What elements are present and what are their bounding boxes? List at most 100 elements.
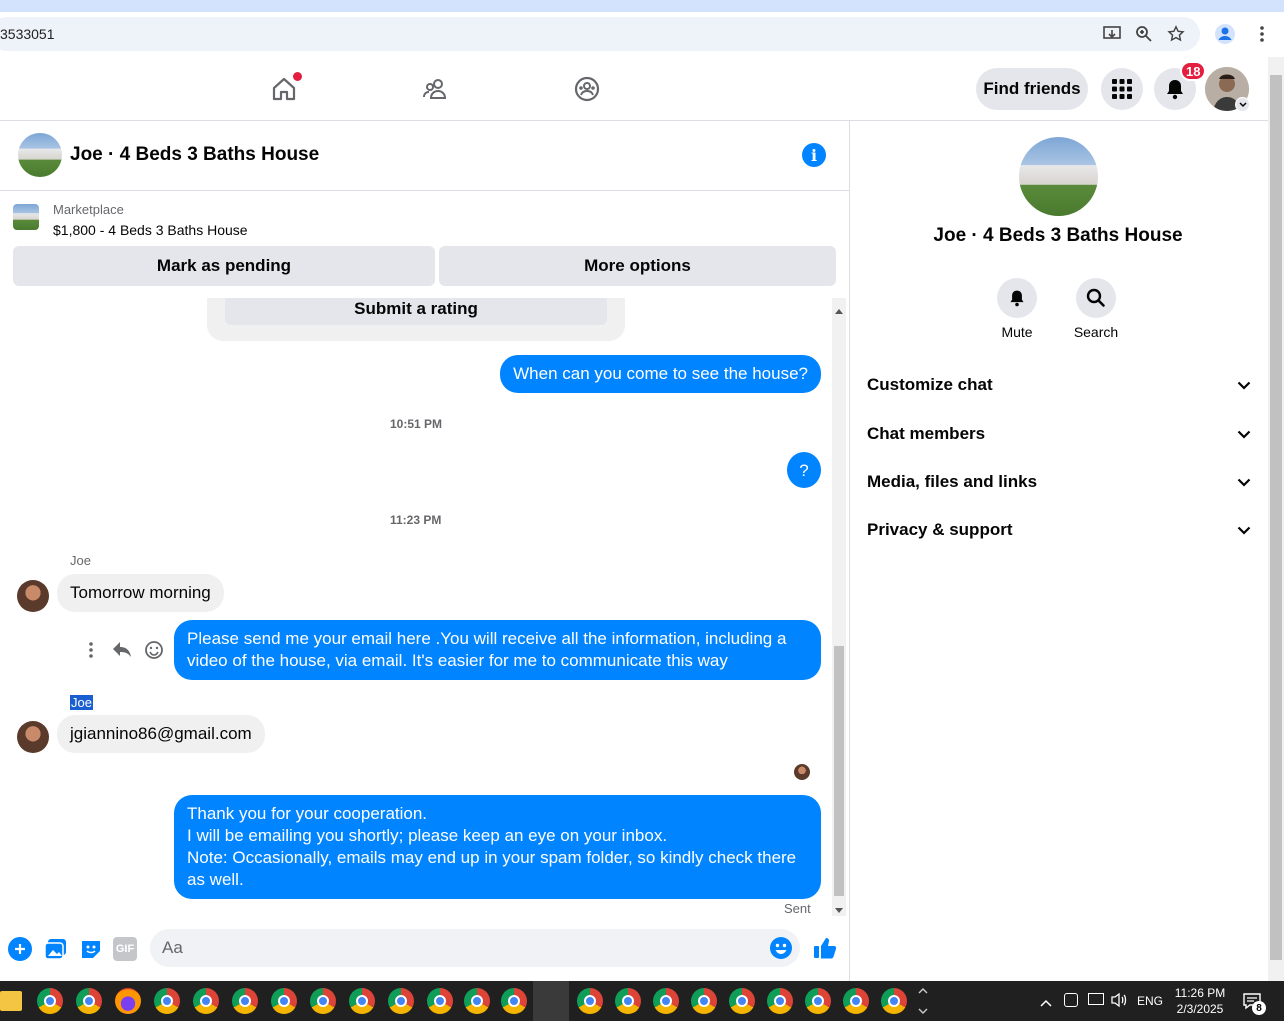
browser-profile-icon[interactable] bbox=[1214, 23, 1236, 45]
message-outgoing[interactable]: Please send me your email here .You will… bbox=[174, 620, 821, 680]
chrome-taskbar-icon[interactable] bbox=[232, 988, 258, 1014]
url-text[interactable]: 3533051 bbox=[0, 26, 55, 42]
more-options-button[interactable]: More options bbox=[439, 246, 836, 286]
info-icon[interactable]: i bbox=[802, 143, 826, 167]
message-incoming[interactable]: jgiannino86@gmail.com bbox=[57, 715, 265, 753]
chrome-taskbar-icon[interactable] bbox=[464, 988, 490, 1014]
chat-title[interactable]: Joe · 4 Beds 3 Baths House bbox=[70, 144, 319, 166]
page-scrollbar-thumb[interactable] bbox=[1270, 75, 1282, 960]
message-line: Note: Occasionally, emails may end up in… bbox=[187, 848, 797, 889]
chrome-taskbar-icon[interactable] bbox=[271, 988, 297, 1014]
meet-now-icon[interactable] bbox=[1064, 993, 1078, 1007]
chrome-taskbar-icon[interactable] bbox=[653, 988, 679, 1014]
mute-label: Mute bbox=[1001, 324, 1033, 340]
chrome-taskbar-icon[interactable] bbox=[154, 988, 180, 1014]
chrome-taskbar-icon[interactable] bbox=[427, 988, 453, 1014]
section-label: Privacy & support bbox=[867, 520, 1013, 539]
friends-icon[interactable] bbox=[415, 69, 455, 109]
bookmark-star-icon[interactable] bbox=[1165, 23, 1187, 45]
chat-avatar[interactable] bbox=[18, 133, 62, 177]
photo-gallery-icon[interactable] bbox=[44, 937, 68, 961]
tray-overflow-chevron-icon[interactable] bbox=[1040, 994, 1054, 1007]
chevron-down-icon bbox=[1237, 478, 1251, 487]
chrome-taskbar-icon[interactable] bbox=[767, 988, 793, 1014]
menu-grid-icon[interactable] bbox=[1101, 68, 1143, 110]
input-language[interactable]: ENG bbox=[1137, 994, 1163, 1008]
groups-icon[interactable] bbox=[567, 69, 607, 109]
chrome-taskbar-icon[interactable] bbox=[388, 988, 414, 1014]
listing-thumbnail[interactable] bbox=[13, 204, 39, 230]
notifications-badge: 18 bbox=[1180, 61, 1207, 81]
emoji-icon[interactable] bbox=[769, 936, 793, 960]
active-taskbar-highlight bbox=[533, 981, 569, 1021]
seen-receipt-avatar bbox=[794, 764, 810, 780]
reply-icon[interactable] bbox=[112, 640, 134, 660]
sticker-icon[interactable] bbox=[79, 937, 103, 961]
zoom-icon[interactable] bbox=[1133, 23, 1155, 45]
like-thumbs-up-icon[interactable] bbox=[812, 935, 838, 961]
scroll-down-arrow-icon[interactable] bbox=[834, 902, 844, 913]
chrome-taskbar-icon[interactable] bbox=[843, 988, 869, 1014]
chat-members-section[interactable]: Chat members bbox=[867, 419, 1251, 449]
chrome-taskbar-icon[interactable] bbox=[310, 988, 336, 1014]
chevron-down-icon bbox=[1237, 430, 1251, 439]
conversation-info-panel bbox=[851, 121, 1268, 981]
message-outgoing[interactable]: ? bbox=[787, 452, 821, 488]
chrome-taskbar-icon[interactable] bbox=[37, 988, 63, 1014]
message-line: Thank you for your cooperation. bbox=[187, 804, 428, 823]
message-incoming[interactable]: Tomorrow morning bbox=[57, 574, 224, 612]
chrome-taskbar-icon[interactable] bbox=[577, 988, 603, 1014]
scroll-up-arrow-icon[interactable] bbox=[834, 302, 844, 314]
mark-as-pending-button[interactable]: Mark as pending bbox=[13, 246, 435, 286]
chevron-down-icon bbox=[1237, 381, 1251, 390]
search-label: Search bbox=[1073, 324, 1119, 340]
gif-icon[interactable]: GIF bbox=[113, 937, 137, 961]
section-label: Chat members bbox=[867, 424, 986, 443]
chrome-taskbar-icon[interactable] bbox=[501, 988, 527, 1014]
taskbar-scroll-arrows-icon[interactable] bbox=[916, 981, 930, 1021]
install-app-icon[interactable] bbox=[1101, 23, 1123, 45]
find-friends-button[interactable]: Find friends bbox=[976, 68, 1088, 110]
chrome-taskbar-icon[interactable] bbox=[881, 988, 907, 1014]
chrome-taskbar-icon[interactable] bbox=[805, 988, 831, 1014]
messages-list: Submit a rating When can you come to see… bbox=[0, 298, 832, 918]
browser-menu-icon[interactable] bbox=[1251, 23, 1273, 45]
volume-icon[interactable] bbox=[1110, 992, 1128, 1008]
account-chevron-down-icon[interactable] bbox=[1235, 97, 1250, 112]
listing-title[interactable]: $1,800 - 4 Beds 3 Baths House bbox=[53, 222, 248, 238]
messages-scrollbar-thumb[interactable] bbox=[834, 646, 844, 896]
sender-avatar[interactable] bbox=[17, 580, 49, 612]
media-files-links-section[interactable]: Media, files and links bbox=[867, 467, 1251, 497]
firefox-taskbar-icon[interactable] bbox=[115, 988, 141, 1014]
mute-bell-icon bbox=[997, 278, 1037, 318]
notification-center-badge: 8 bbox=[1252, 1001, 1266, 1015]
customize-chat-section[interactable]: Customize chat bbox=[867, 370, 1251, 400]
message-outgoing[interactable]: When can you come to see the house? bbox=[500, 355, 821, 393]
sender-name-selected: Joe bbox=[70, 695, 93, 710]
chrome-taskbar-icon[interactable] bbox=[729, 988, 755, 1014]
clock[interactable]: 11:26 PM 2/3/2025 bbox=[1172, 985, 1228, 1017]
message-timestamp: 11:23 PM bbox=[390, 513, 442, 527]
conversation-avatar[interactable] bbox=[1019, 137, 1098, 216]
marketplace-label: Marketplace bbox=[53, 202, 124, 217]
message-more-icon[interactable] bbox=[84, 640, 98, 660]
react-emoji-icon[interactable] bbox=[144, 640, 164, 660]
add-attachment-icon[interactable] bbox=[8, 937, 32, 961]
chrome-taskbar-icon[interactable] bbox=[349, 988, 375, 1014]
address-bar[interactable] bbox=[0, 17, 1200, 51]
search-button[interactable]: Search bbox=[1056, 278, 1136, 340]
network-icon[interactable] bbox=[1088, 993, 1104, 1005]
message-outgoing[interactable]: Thank you for your cooperation. I will b… bbox=[174, 795, 821, 899]
search-icon bbox=[1076, 278, 1116, 318]
privacy-support-section[interactable]: Privacy & support bbox=[867, 515, 1251, 545]
message-input[interactable]: Aa bbox=[150, 929, 800, 967]
chrome-taskbar-icon[interactable] bbox=[615, 988, 641, 1014]
sender-name: Joe bbox=[70, 553, 91, 568]
submit-rating-button[interactable]: Submit a rating bbox=[225, 298, 607, 325]
chrome-taskbar-icon[interactable] bbox=[691, 988, 717, 1014]
mute-button[interactable]: Mute bbox=[977, 278, 1057, 340]
chrome-taskbar-icon[interactable] bbox=[76, 988, 102, 1014]
sender-avatar[interactable] bbox=[17, 721, 49, 753]
chrome-taskbar-icon[interactable] bbox=[193, 988, 219, 1014]
file-explorer-icon[interactable] bbox=[0, 991, 22, 1011]
